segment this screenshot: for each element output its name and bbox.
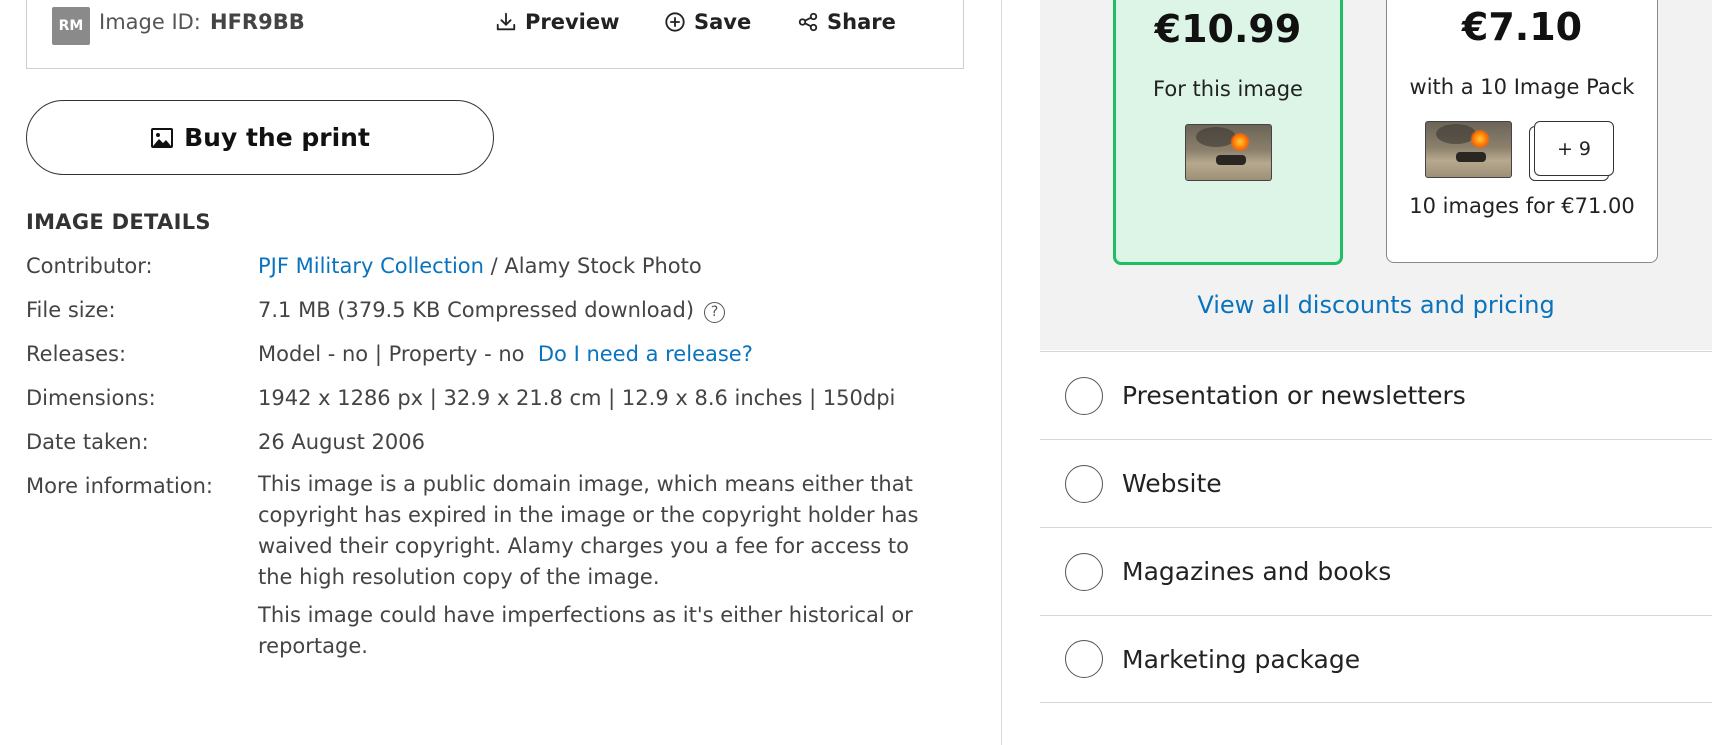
date-taken-value: 26 August 2006 [258,430,426,454]
usage-option[interactable]: Presentation or newsletters [1040,351,1712,439]
usage-option-label: Magazines and books [1122,557,1392,586]
single-price-caption: For this image [1153,77,1303,101]
release-help-link[interactable]: Do I need a release? [538,342,753,366]
contributor-value: PJF Military Collection / Alamy Stock Ph… [258,254,702,278]
share-icon [798,12,818,32]
releases-label: Releases: [26,342,127,366]
save-label: Save [694,10,752,34]
usage-option[interactable]: Marketing package [1040,615,1712,703]
image-thumbnail [1185,124,1272,181]
preview-label: Preview [525,10,620,34]
image-pack-price-card[interactable]: €7.10 with a 10 Image Pack + 9 10 images… [1386,0,1658,263]
radio-button[interactable] [1065,464,1103,503]
usage-option-label: Website [1122,469,1222,498]
picture-icon [151,127,174,148]
dimensions-value: 1942 x 1286 px | 32.9 x 21.8 cm | 12.9 x… [258,386,896,410]
image-details-column: RM Image ID: HFR9BB Preview Save Share B… [0,0,1002,745]
more-info-label: More information: [26,474,214,498]
radio-button[interactable] [1065,376,1103,415]
image-id-value: HFR9BB [210,10,305,34]
contributor-agency: / Alamy Stock Photo [490,254,702,278]
save-button[interactable]: Save [664,10,751,34]
file-size-text: 7.1 MB (379.5 KB Compressed download) [258,298,695,322]
plus-circle-icon [665,12,685,32]
usage-option[interactable]: Magazines and books [1040,527,1712,615]
buy-print-label: Buy the print [184,123,370,152]
help-icon[interactable]: ? [704,302,726,323]
share-label: Share [827,10,896,34]
more-info-text: This image is a public domain image, whi… [258,472,919,589]
image-id-label: Image ID: [99,10,201,34]
download-icon [496,12,516,31]
image-details-heading: IMAGE DETAILS [26,210,211,234]
single-image-price-card[interactable]: €10.99 For this image [1113,0,1343,265]
usage-option-label: Marketing package [1122,644,1361,674]
single-price: €10.99 [1154,7,1302,51]
pricing-column: €10.99 For this image €7.10 with a 10 Im… [1040,0,1712,745]
contributor-label: Contributor: [26,254,153,278]
radio-button[interactable] [1065,552,1103,591]
dimensions-label: Dimensions: [26,386,156,410]
rights-managed-badge: RM [52,7,90,45]
pack-price-caption: with a 10 Image Pack [1409,75,1635,99]
image-toolbar: RM Image ID: HFR9BB Preview Save Share [26,0,964,69]
file-size-label: File size: [26,298,116,322]
pack-total: 10 images for €71.00 [1409,194,1635,218]
share-button[interactable]: Share [797,10,896,34]
usage-option[interactable]: Website [1040,439,1712,527]
preview-button[interactable]: Preview [495,10,620,34]
pricing-panel: €10.99 For this image €7.10 with a 10 Im… [1040,0,1712,350]
imperfections-note: This image could have imperfections as i… [258,603,913,658]
usage-option-label: Presentation or newsletters [1122,381,1466,410]
file-size-value: 7.1 MB (379.5 KB Compressed download)? [258,298,726,323]
view-all-pricing-link[interactable]: View all discounts and pricing [1040,291,1712,319]
releases-text: Model - no | Property - no [258,342,525,366]
radio-button[interactable] [1065,640,1103,678]
pack-count: + 9 [1534,121,1614,176]
buy-print-button[interactable]: Buy the print [26,100,494,175]
pack-price: €7.10 [1461,5,1583,49]
date-taken-label: Date taken: [26,430,149,454]
pack-image-thumbnail [1425,121,1512,178]
releases-value: Model - no | Property - no Do I need a r… [258,342,753,366]
pack-stack-icon: + 9 [1529,121,1614,181]
contributor-link[interactable]: PJF Military Collection [258,254,484,278]
